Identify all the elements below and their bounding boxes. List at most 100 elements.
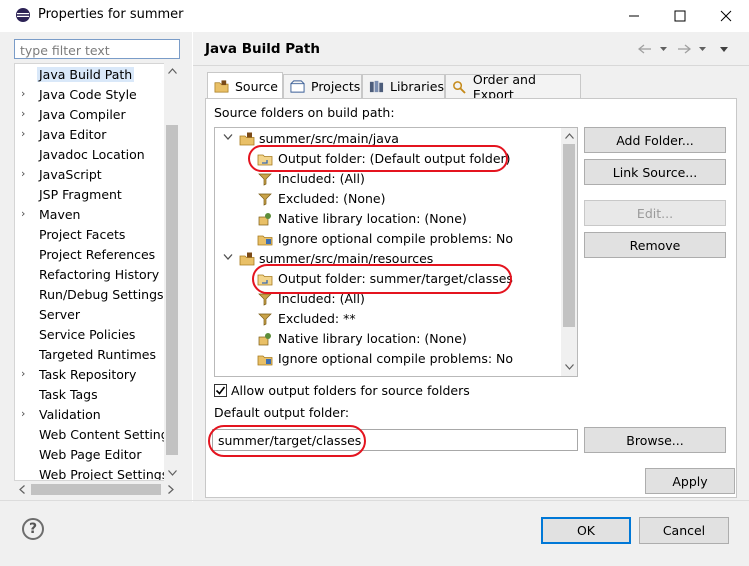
nav-item[interactable]: › Java Code Style — [15, 85, 165, 105]
checkmark-icon — [215, 386, 226, 395]
nav-vertical-scrollbar[interactable] — [164, 63, 180, 481]
close-button[interactable] — [703, 0, 749, 32]
expand-arrow-icon[interactable]: › — [21, 407, 25, 420]
tree-attribute-row[interactable]: Native library location: (None) — [215, 209, 555, 229]
cancel-button[interactable]: Cancel — [639, 517, 729, 544]
tree-attribute-row[interactable]: Ignore optional compile problems: No — [215, 229, 555, 249]
tree-row-label: summer/src/main/java — [259, 131, 399, 146]
nav-item[interactable]: Web Project Settings — [15, 465, 169, 481]
nav-item[interactable]: JSP Fragment — [15, 185, 165, 205]
back-arrow-icon[interactable] — [638, 44, 652, 54]
remove-button[interactable]: Remove — [584, 232, 726, 258]
minimize-button[interactable] — [611, 0, 657, 32]
nav-item-label: Run/Debug Settings — [39, 287, 164, 302]
allow-output-label[interactable]: Allow output folders for source folders — [231, 383, 470, 398]
property-page-tree: Java Build Path › Java Code Style › Java Com… — [14, 63, 180, 481]
tree-vertical-scrollbar[interactable] — [561, 128, 577, 376]
title-separator — [193, 65, 749, 66]
nav-item[interactable]: Javadoc Location — [15, 145, 165, 165]
nav-item[interactable]: › JavaScript — [15, 165, 165, 185]
maximize-button[interactable] — [657, 0, 703, 32]
nav-item[interactable]: › Maven — [15, 205, 165, 225]
forward-arrow-icon[interactable] — [677, 44, 691, 54]
filter-icon — [257, 311, 273, 327]
expand-arrow-icon[interactable]: › — [21, 127, 25, 140]
nav-hscroll-thumb[interactable] — [31, 484, 161, 495]
nav-item-label: Java Editor — [39, 127, 107, 142]
pane-divider[interactable] — [192, 32, 193, 502]
nav-item[interactable]: Task Tags — [15, 385, 165, 405]
ok-button[interactable]: OK — [541, 517, 631, 544]
source-folder-icon — [214, 79, 229, 92]
expand-arrow-icon[interactable]: › — [21, 367, 25, 380]
nav-item[interactable]: Java Build Path — [15, 65, 165, 85]
source-folder-icon — [239, 131, 255, 147]
tree-attribute-row[interactable]: Native library location: (None) — [215, 329, 555, 349]
filter-icon — [257, 171, 273, 187]
view-menu-icon[interactable] — [720, 47, 728, 52]
nav-item[interactable]: Project Facets — [15, 225, 165, 245]
nav-item[interactable]: Web Content Settings — [15, 425, 175, 445]
filter-input[interactable] — [18, 41, 182, 59]
nav-item[interactable]: › Validation — [15, 405, 165, 425]
scroll-right-icon — [168, 485, 174, 494]
browse-button[interactable]: Browse... — [584, 427, 726, 453]
allow-output-checkbox[interactable] — [214, 384, 227, 397]
nav-item-label: Java Compiler — [39, 107, 126, 122]
tab-source-label: Source — [235, 78, 278, 94]
scroll-down-icon — [168, 470, 177, 476]
window-title: Properties for summer — [38, 7, 184, 22]
nav-item[interactable]: Run/Debug Settings — [15, 285, 165, 305]
nav-item[interactable]: › Task Repository — [15, 365, 165, 385]
help-button[interactable]: ? — [22, 518, 44, 540]
nav-item-label: JavaScript — [39, 167, 102, 182]
tab-libraries[interactable]: Libraries — [362, 74, 445, 98]
nav-item[interactable]: Server — [15, 305, 165, 325]
default-output-label: Default output folder: — [214, 405, 350, 420]
compile-options-icon — [257, 351, 273, 367]
tree-attribute-row[interactable]: Excluded: ** — [215, 309, 555, 329]
annotation-highlight-output-resources — [252, 264, 512, 294]
tree-attribute-row[interactable]: Ignore optional compile problems: No — [215, 349, 555, 369]
nav-item[interactable]: Project References — [15, 245, 165, 265]
collapse-arrow-icon[interactable] — [223, 251, 233, 264]
tree-attribute-row[interactable]: Excluded: (None) — [215, 189, 555, 209]
tab-source[interactable]: Source — [207, 72, 283, 99]
tab-projects[interactable]: Projects — [283, 74, 362, 98]
add-folder-button[interactable]: Add Folder... — [584, 127, 726, 153]
nav-scroll-thumb[interactable] — [166, 125, 178, 455]
tree-attribute-row[interactable]: Included: (All) — [215, 169, 555, 189]
nav-item-label: Task Repository — [39, 367, 137, 382]
forward-dropdown-icon[interactable] — [699, 47, 706, 52]
eclipse-icon — [16, 8, 30, 22]
nav-item[interactable]: Web Page Editor — [15, 445, 165, 465]
expand-arrow-icon[interactable]: › — [21, 207, 25, 220]
expand-arrow-icon[interactable]: › — [21, 167, 25, 180]
nav-item[interactable]: › Java Compiler — [15, 105, 165, 125]
filter-icon — [257, 191, 273, 207]
back-dropdown-icon[interactable] — [660, 47, 667, 52]
nav-item-label: Web Content Settings — [39, 427, 176, 442]
tree-row-label: Native library location: (None) — [278, 331, 467, 346]
nav-horizontal-scrollbar[interactable] — [14, 482, 180, 497]
nav-item-label: Validation — [39, 407, 101, 422]
collapse-arrow-icon[interactable] — [223, 131, 233, 144]
nav-item[interactable]: › Java Editor — [15, 125, 165, 145]
nav-item-label: Targeted Runtimes — [39, 347, 156, 362]
apply-button[interactable]: Apply — [645, 468, 735, 494]
expand-arrow-icon[interactable]: › — [21, 87, 25, 100]
nav-item[interactable]: Targeted Runtimes — [15, 345, 165, 365]
edit-button[interactable]: Edit... — [584, 200, 726, 226]
filter-field[interactable] — [14, 39, 182, 59]
link-source-button[interactable]: Link Source... — [584, 159, 726, 185]
tab-libraries-label: Libraries — [390, 79, 444, 94]
nav-item-label: Server — [39, 307, 80, 322]
nav-item[interactable]: Service Policies — [15, 325, 165, 345]
nav-item-label: Project References — [39, 247, 156, 262]
nav-item-label: Web Project Settings — [39, 467, 169, 481]
tab-order-and-export[interactable]: Order and Export — [445, 72, 581, 102]
nav-item[interactable]: Refactoring History — [15, 265, 165, 285]
tree-scroll-thumb[interactable] — [563, 144, 575, 327]
tab-projects-label: Projects — [311, 79, 361, 94]
expand-arrow-icon[interactable]: › — [21, 107, 25, 120]
